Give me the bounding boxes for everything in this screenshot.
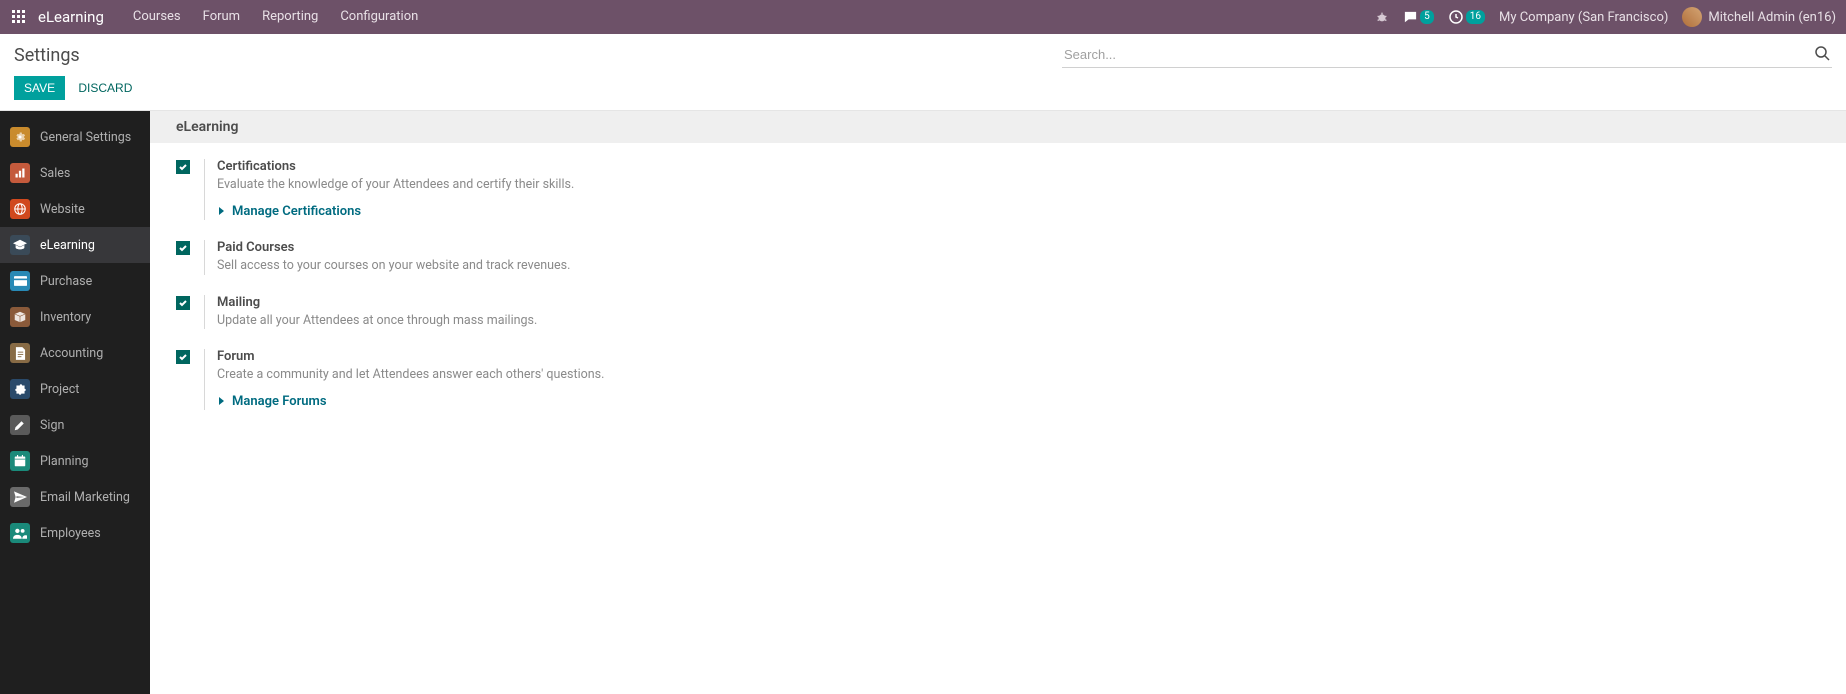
setting-title: Paid Courses xyxy=(217,240,1820,255)
sidebar-item-inventory[interactable]: Inventory xyxy=(0,299,150,335)
nav-menu: Courses Forum Reporting Configuration xyxy=(122,0,429,34)
chat-badge: 5 xyxy=(1420,10,1434,24)
sidebar-item-label: eLearning xyxy=(40,238,95,253)
sidebar-item-website[interactable]: Website xyxy=(0,191,150,227)
checkbox[interactable] xyxy=(176,296,190,310)
gear-icon xyxy=(10,127,30,147)
sidebar-item-label: Inventory xyxy=(40,310,91,325)
sidebar-item-label: Planning xyxy=(40,454,89,469)
sidebar-item-general-settings[interactable]: General Settings xyxy=(0,119,150,155)
checkbox[interactable] xyxy=(176,241,190,255)
section-header: eLearning xyxy=(150,111,1846,143)
activity-badge: 16 xyxy=(1466,10,1485,24)
sidebar-item-planning[interactable]: Planning xyxy=(0,443,150,479)
setting-desc: Update all your Attendees at once throug… xyxy=(217,312,1820,330)
page-title: Settings xyxy=(14,45,80,66)
sidebar-item-employees[interactable]: Employees xyxy=(0,515,150,551)
setting-row: Paid Courses Sell access to your courses … xyxy=(176,240,1820,275)
setting-title: Mailing xyxy=(217,295,1820,310)
setting-desc: Sell access to your courses on your webs… xyxy=(217,257,1820,275)
header-row: Settings xyxy=(0,34,1846,72)
sub-link[interactable]: Manage Certifications xyxy=(217,204,361,219)
top-navbar: eLearning Courses Forum Reporting Config… xyxy=(0,0,1846,34)
app-brand[interactable]: eLearning xyxy=(38,8,104,26)
user-name: Mitchell Admin (en16) xyxy=(1708,10,1836,25)
sidebar-item-label: Accounting xyxy=(40,346,103,361)
sidebar-item-label: Sales xyxy=(40,166,70,181)
discard-button[interactable]: DISCARD xyxy=(68,76,142,100)
nav-menu-configuration[interactable]: Configuration xyxy=(329,0,429,34)
setting-desc: Create a community and let Attendees ans… xyxy=(217,366,1820,384)
sidebar-item-label: Website xyxy=(40,202,85,217)
sidebar-item-label: Email Marketing xyxy=(40,490,130,505)
chat-icon[interactable]: 5 xyxy=(1403,10,1434,25)
sidebar-item-label: General Settings xyxy=(40,130,131,145)
activity-icon[interactable]: 16 xyxy=(1448,9,1485,25)
search-icon[interactable] xyxy=(1814,45,1830,61)
card-icon xyxy=(10,271,30,291)
sidebar-item-sign[interactable]: Sign xyxy=(0,407,150,443)
search-wrap xyxy=(1062,42,1832,68)
sub-link-label: Manage Certifications xyxy=(232,204,361,219)
sidebar-item-label: Sign xyxy=(40,418,64,433)
avatar xyxy=(1682,7,1702,27)
setting-row: Forum Create a community and let Attendee… xyxy=(176,349,1820,410)
settings-sidebar: General Settings Sales Website eLearning Pur… xyxy=(0,111,150,694)
sub-link[interactable]: Manage Forums xyxy=(217,394,327,409)
sidebar-item-label: Employees xyxy=(40,526,101,541)
sidebar-item-accounting[interactable]: Accounting xyxy=(0,335,150,371)
doc-icon xyxy=(10,343,30,363)
checkbox[interactable] xyxy=(176,350,190,364)
setting-title: Certifications xyxy=(217,159,1820,174)
pen-icon xyxy=(10,415,30,435)
bug-icon[interactable] xyxy=(1375,10,1389,24)
save-button[interactable]: SAVE xyxy=(14,76,65,100)
apps-icon[interactable] xyxy=(10,8,28,26)
company-selector[interactable]: My Company (San Francisco) xyxy=(1499,10,1668,25)
globe-icon xyxy=(10,199,30,219)
chart-icon xyxy=(10,163,30,183)
nav-menu-reporting[interactable]: Reporting xyxy=(251,0,329,34)
nav-menu-forum[interactable]: Forum xyxy=(192,0,251,34)
setting-row: Mailing Update all your Attendees at once… xyxy=(176,295,1820,330)
sidebar-item-label: Purchase xyxy=(40,274,92,289)
body: General Settings Sales Website eLearning Pur… xyxy=(0,111,1846,694)
setting-title: Forum xyxy=(217,349,1820,364)
sidebar-item-email-marketing[interactable]: Email Marketing xyxy=(0,479,150,515)
grad-icon xyxy=(10,235,30,255)
checkbox[interactable] xyxy=(176,160,190,174)
sidebar-item-purchase[interactable]: Purchase xyxy=(0,263,150,299)
action-bar: SAVE DISCARD xyxy=(0,72,1846,111)
setting-desc: Evaluate the knowledge of your Attendees… xyxy=(217,176,1820,194)
send-icon xyxy=(10,487,30,507)
puzzle-icon xyxy=(10,379,30,399)
user-menu[interactable]: Mitchell Admin (en16) xyxy=(1682,7,1836,27)
box-icon xyxy=(10,307,30,327)
nav-menu-courses[interactable]: Courses xyxy=(122,0,192,34)
sidebar-item-project[interactable]: Project xyxy=(0,371,150,407)
settings-list: Certifications Evaluate the knowledge of … xyxy=(150,143,1846,446)
content: eLearning Certifications Evaluate the kno… xyxy=(150,111,1846,694)
sidebar-item-elearning[interactable]: eLearning xyxy=(0,227,150,263)
calendar-icon xyxy=(10,451,30,471)
sidebar-item-sales[interactable]: Sales xyxy=(0,155,150,191)
people-icon xyxy=(10,523,30,543)
search-input[interactable] xyxy=(1062,42,1832,68)
sub-link-label: Manage Forums xyxy=(232,394,327,409)
sidebar-item-label: Project xyxy=(40,382,79,397)
setting-row: Certifications Evaluate the knowledge of … xyxy=(176,159,1820,220)
